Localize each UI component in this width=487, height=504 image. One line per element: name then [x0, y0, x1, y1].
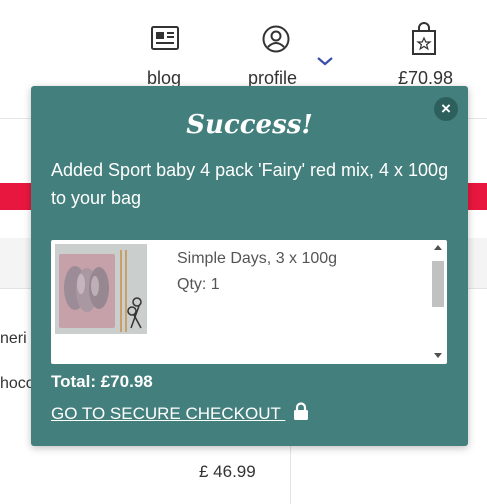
- popup-message: Added Sport baby 4 pack 'Fairy' red mix,…: [51, 160, 449, 208]
- product-card-subtitle: hoco: [0, 375, 35, 392]
- secure-checkout-link[interactable]: GO TO SECURE CHECKOUT: [51, 402, 309, 424]
- bag-total: Total: £70.98: [51, 372, 153, 391]
- add-to-bag-popup: × Success! Added Sport baby 4 pack 'Fair…: [31, 86, 468, 446]
- product-thumbnail: [55, 244, 147, 334]
- checkout-label: GO TO SECURE CHECKOUT: [51, 404, 281, 423]
- popup-title: Success!: [186, 110, 313, 140]
- product-card-price: £ 46.99: [199, 462, 256, 481]
- item-list-scrollbar[interactable]: [431, 243, 445, 361]
- scroll-up-icon[interactable]: [434, 245, 442, 250]
- bag-item-list[interactable]: Simple Days, 3 x 100g Qty: 1: [51, 240, 447, 364]
- scrollbar-thumb[interactable]: [432, 261, 444, 307]
- shopping-bag-icon: [412, 22, 436, 55]
- bag-item-name: Simple Days, 3 x 100g: [177, 250, 338, 267]
- scroll-down-icon[interactable]: [434, 353, 442, 358]
- chevron-down-icon[interactable]: [316, 56, 334, 66]
- product-card-title: neri: [0, 330, 27, 347]
- newspaper-icon: [151, 26, 179, 50]
- user-circle-icon: [262, 25, 290, 53]
- lock-icon: [294, 402, 309, 420]
- bag-item-qty: Qty: 1: [177, 276, 220, 293]
